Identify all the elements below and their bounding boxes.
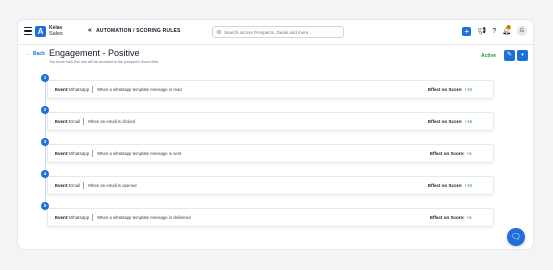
divider <box>92 214 93 221</box>
double-chevron-left-icon[interactable]: « <box>88 27 92 34</box>
effect-on-score: Effect on Score: +5 <box>430 151 472 156</box>
effect-on-score: Effect on Score: +10 <box>428 183 472 188</box>
event-description: When an email is opened <box>88 183 137 188</box>
rule-card[interactable]: Event: Whatsapp When a whatsapp template… <box>47 208 494 227</box>
rule-card[interactable]: Event: Whatsapp When a whatsapp template… <box>47 80 494 99</box>
top-bar: A Kelas Sales « AUTOMATION / SCORING RUL… <box>18 20 533 45</box>
rule-card[interactable]: Event: Email When an email is clicked Ef… <box>47 112 494 131</box>
notification-badge: 8 <box>506 24 512 30</box>
rule-card[interactable]: Event: Email When an email is opened Eff… <box>47 176 494 195</box>
breadcrumb-text: AUTOMATION / SCORING RULES <box>96 28 181 34</box>
hamburger-icon[interactable] <box>24 27 32 36</box>
event-description: When an email is clicked <box>88 119 136 124</box>
brand-sub: Sales <box>49 31 63 37</box>
event-type: Whatsapp <box>69 151 90 156</box>
chevron-down-icon[interactable]: ▾ <box>517 50 528 61</box>
search-box[interactable] <box>212 26 344 38</box>
effect-label: Effect on Score: <box>428 119 463 124</box>
event-label: Event: <box>55 151 69 156</box>
top-actions: + 📢︎ ? 🔔︎ 8 G <box>462 24 527 36</box>
brand: Kelas Sales <box>49 25 63 37</box>
arrow-left-icon: ← <box>26 51 31 57</box>
page-title: Engagement - Positive <box>49 48 140 58</box>
status-badge: Active <box>481 53 497 59</box>
effect-on-score: Effect on Score: +5 <box>430 215 472 220</box>
effect-value: +10 <box>464 87 473 92</box>
event-type: Email <box>69 119 81 124</box>
effect-on-score: Effect on Score: +15 <box>428 119 472 124</box>
megaphone-icon[interactable]: 📢︎ <box>477 27 486 36</box>
event-label: Event: <box>55 183 69 188</box>
effect-value: +5 <box>466 151 472 156</box>
logo-icon[interactable]: A <box>35 26 46 37</box>
event-description: When a whatsapp template message is read <box>97 87 182 92</box>
effect-value: +10 <box>464 183 473 188</box>
search-input[interactable] <box>224 29 342 35</box>
avatar[interactable]: G <box>517 26 527 36</box>
effect-value: +5 <box>466 215 472 220</box>
app-window: A Kelas Sales « AUTOMATION / SCORING RUL… <box>18 20 533 249</box>
event-label: Event: <box>55 119 69 124</box>
pencil-icon[interactable]: ✎ <box>504 50 515 61</box>
search-icon <box>217 30 221 34</box>
event-label: Event: <box>55 87 69 92</box>
help-icon[interactable]: ? <box>492 27 496 36</box>
back-label: Back <box>33 51 45 57</box>
chat-icon[interactable]: 🗨︎ <box>507 228 525 246</box>
bell-icon[interactable]: 🔔︎ 8 <box>502 24 512 36</box>
breadcrumb: « AUTOMATION / SCORING RULES <box>88 27 181 34</box>
effect-label: Effect on Score: <box>430 151 465 156</box>
event-type: Whatsapp <box>69 215 90 220</box>
divider <box>92 86 93 93</box>
event-type: Whatsapp <box>69 87 90 92</box>
effect-label: Effect on Score: <box>428 87 463 92</box>
page-subtitle: The score from this rule will be recorde… <box>49 60 158 64</box>
effect-label: Effect on Score: <box>428 183 463 188</box>
back-button[interactable]: ← Back <box>26 51 45 57</box>
effect-on-score: Effect on Score: +10 <box>428 87 472 92</box>
divider <box>83 182 84 189</box>
event-description: When a whatsapp template message is deli… <box>97 215 191 220</box>
effect-label: Effect on Score: <box>430 215 465 220</box>
rule-card[interactable]: Event: Whatsapp When a whatsapp template… <box>47 144 494 163</box>
divider <box>83 118 84 125</box>
plus-icon[interactable]: + <box>462 26 472 36</box>
effect-value: +15 <box>464 119 473 124</box>
divider <box>92 150 93 157</box>
event-description: When a whatsapp template message is sent <box>97 151 182 156</box>
event-type: Email <box>69 183 81 188</box>
event-label: Event: <box>55 215 69 220</box>
